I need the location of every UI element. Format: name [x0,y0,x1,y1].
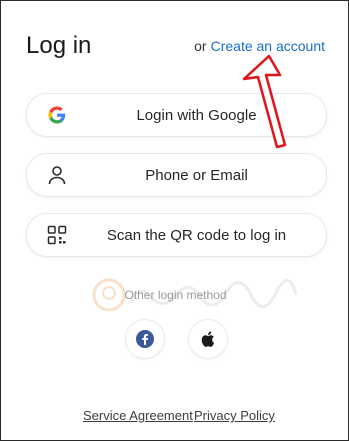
other-login-method-label: Other login method [124,288,227,302]
qr-code-icon [47,225,67,245]
facebook-icon [136,330,154,348]
page-title: Log in [26,32,92,59]
facebook-login-button[interactable] [125,319,165,359]
apple-icon [201,331,215,347]
scan-qr-code-label: Scan the QR code to log in [106,227,287,244]
privacy-policy-link[interactable]: Privacy Policy [194,408,275,423]
scan-qr-code-button[interactable]: Scan the QR code to log in [26,213,327,257]
annotation-arrow [242,54,287,149]
apple-login-button[interactable] [188,319,228,359]
or-text: or [194,38,207,54]
create-account-line: or Create an account [194,38,325,54]
create-account-link[interactable]: Create an account [211,38,325,54]
phone-or-email-label: Phone or Email [145,167,248,184]
phone-or-email-button[interactable]: Phone or Email [26,153,327,197]
login-panel: Log in or Create an account Login with Go… [0,0,349,441]
user-icon [47,165,67,185]
google-icon [47,105,67,125]
service-agreement-link[interactable]: Service Agreement [83,408,193,423]
